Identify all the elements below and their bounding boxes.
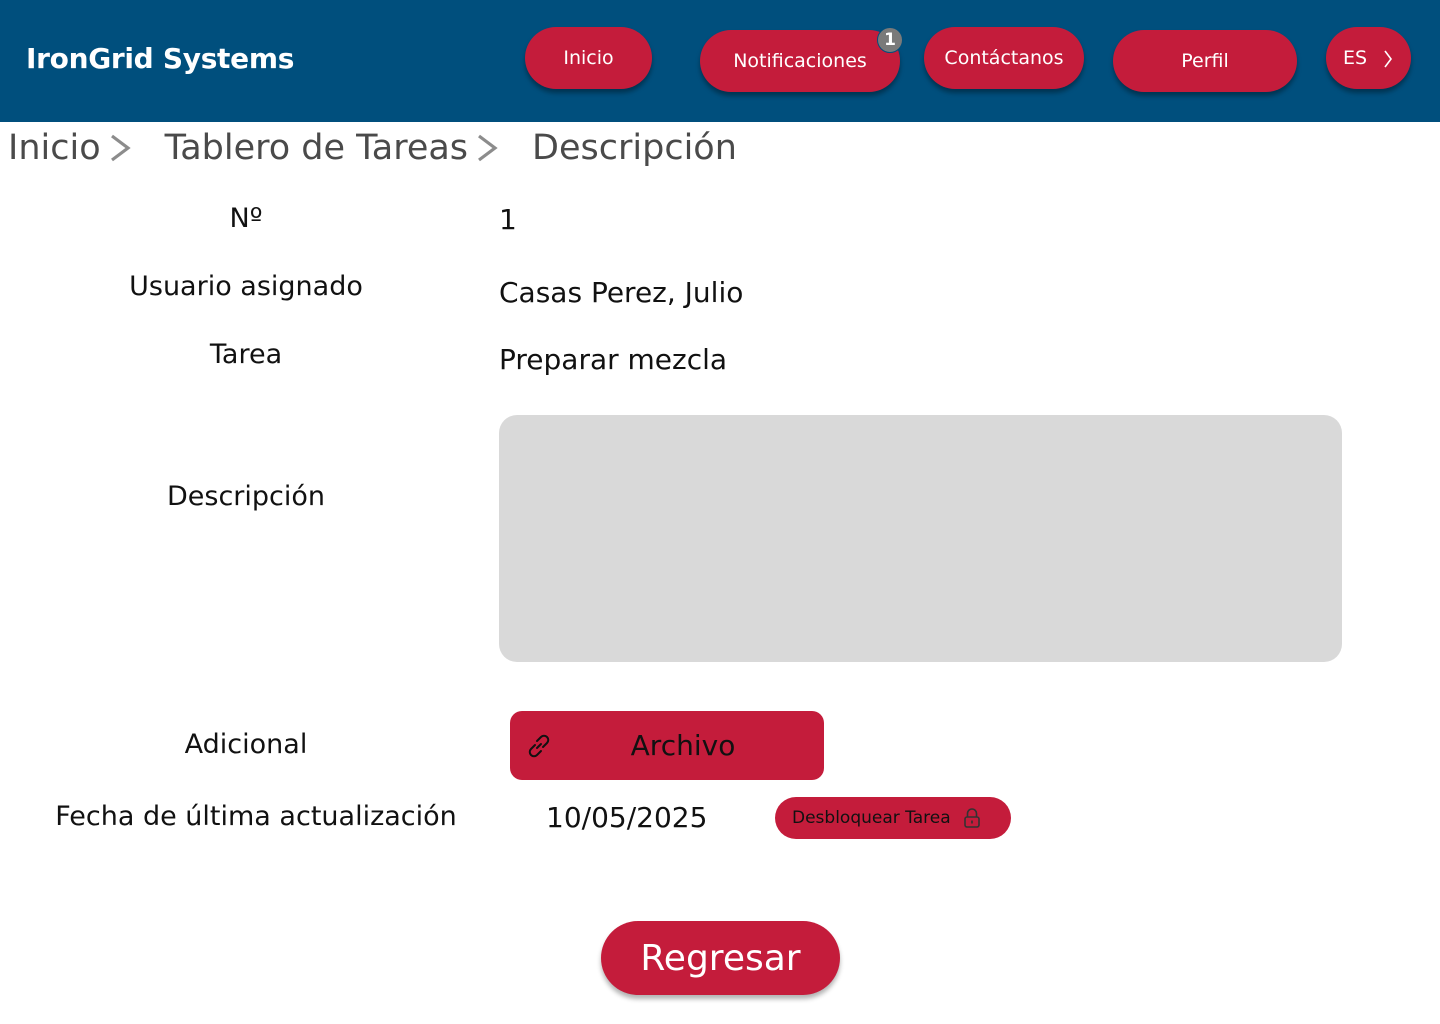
nav-contactanos-label: Contáctanos <box>944 47 1064 69</box>
description-label: Descripción <box>166 481 326 512</box>
assigned-user-value: Casas Perez, Julio <box>499 276 744 309</box>
unlock-task-button[interactable]: Desbloquear Tarea <box>775 797 1011 839</box>
breadcrumb-item-tablero[interactable]: Tablero de Tareas <box>165 128 468 168</box>
description-field[interactable] <box>499 415 1342 662</box>
additional-label: Adicional <box>184 729 308 760</box>
number-value: 1 <box>499 203 517 236</box>
notification-count-badge: 1 <box>877 27 903 53</box>
nav-notificaciones-label: Notificaciones <box>733 50 867 72</box>
last-updated-value: 10/05/2025 <box>546 801 708 834</box>
nav-contactanos-button[interactable]: Contáctanos <box>924 27 1084 89</box>
nav-perfil-label: Perfil <box>1181 50 1229 72</box>
lock-icon <box>963 808 980 828</box>
back-button-label: Regresar <box>640 937 801 979</box>
unlock-task-label: Desbloquear Tarea <box>792 808 951 828</box>
brand-logo-text: IronGrid Systems <box>26 42 295 75</box>
breadcrumb: Inicio Tablero de Tareas Descripción <box>8 124 737 172</box>
task-value: Preparar mezcla <box>499 343 728 376</box>
nav-notificaciones-button[interactable]: Notificaciones 1 <box>700 27 903 92</box>
language-selector[interactable]: ES <box>1326 27 1411 89</box>
nav-inicio-label: Inicio <box>563 47 614 69</box>
breadcrumb-item-inicio[interactable]: Inicio <box>8 128 101 168</box>
back-button[interactable]: Regresar <box>601 921 840 995</box>
last-updated-label: Fecha de última actualización <box>55 801 457 832</box>
nav-perfil-button[interactable]: Perfil <box>1113 30 1297 92</box>
chevron-right-icon <box>109 133 135 163</box>
file-button[interactable]: Archivo <box>510 711 824 780</box>
assigned-user-label: Usuario asignado <box>129 271 363 302</box>
file-button-label: Archivo <box>630 729 736 762</box>
chevron-right-icon <box>1384 50 1393 68</box>
nav-inicio-button[interactable]: Inicio <box>525 27 652 89</box>
chevron-right-icon <box>476 133 502 163</box>
task-label: Tarea <box>209 339 283 370</box>
top-navbar: IronGrid Systems Inicio Notificaciones 1… <box>0 0 1440 122</box>
number-label: Nº <box>229 203 263 234</box>
breadcrumb-item-descripcion: Descripción <box>532 128 737 168</box>
language-label: ES <box>1343 47 1368 69</box>
